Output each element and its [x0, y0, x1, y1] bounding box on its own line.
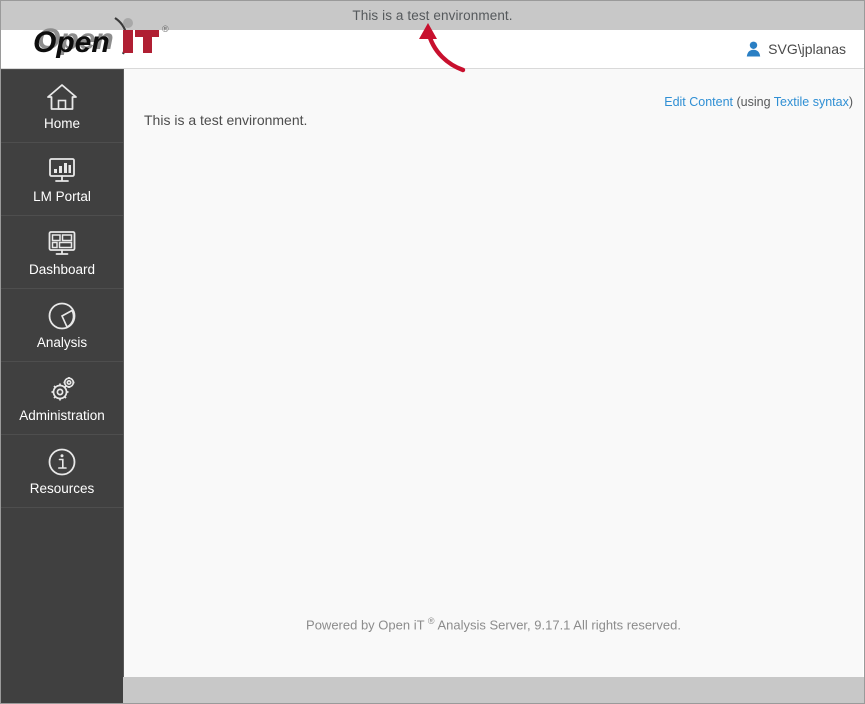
- registered-trademark-icon: ®: [427, 615, 435, 626]
- textile-syntax-link[interactable]: Textile syntax: [774, 95, 849, 109]
- user-name-label: SVG\jplanas: [768, 41, 846, 57]
- footer-copyright: Powered by Open iT ® Analysis Server, 9.…: [124, 616, 863, 632]
- edit-content-row: Edit Content (using Textile syntax): [664, 95, 853, 109]
- bottom-status-bar: [123, 677, 864, 703]
- edit-content-prefix: (using: [733, 95, 774, 109]
- content-body-text: This is a test environment.: [144, 112, 308, 128]
- home-icon: [45, 81, 79, 113]
- sidebar-item-label: Home: [43, 116, 80, 132]
- open-it-logo[interactable]: Open Open ®: [31, 16, 181, 62]
- monitor-chart-icon: [45, 154, 79, 186]
- test-environment-banner-text: This is a test environment.: [352, 8, 513, 23]
- sidebar-item-label: LM Portal: [33, 189, 91, 205]
- sidebar-item-lm-portal[interactable]: LM Portal: [1, 143, 123, 216]
- sidebar-item-home[interactable]: Home: [1, 70, 123, 143]
- pie-chart-icon: [45, 300, 79, 332]
- edit-content-link[interactable]: Edit Content: [664, 95, 733, 109]
- gears-icon: [45, 373, 79, 405]
- edit-content-suffix: ): [848, 95, 853, 109]
- svg-text:®: ®: [162, 24, 169, 34]
- footer-prefix: Powered by Open iT: [306, 617, 428, 632]
- footer-suffix: Analysis Server, 9.17.1 All rights reser…: [434, 617, 681, 632]
- sidebar-item-dashboard[interactable]: Dashboard: [1, 216, 123, 289]
- user-icon: [746, 41, 761, 57]
- main-content: Edit Content (using Textile syntax) This…: [123, 69, 863, 677]
- application-window: This is a test environment. Open Open ®: [0, 0, 865, 704]
- sidebar-item-label: Analysis: [36, 335, 88, 351]
- sidebar-item-label: Dashboard: [28, 262, 96, 278]
- info-circle-icon: [45, 446, 79, 478]
- dashboard-grid-icon: [45, 227, 79, 259]
- sidebar-item-administration[interactable]: Administration: [1, 362, 123, 435]
- page-header: Open Open ® SVG\jplanas: [1, 17, 864, 69]
- sidebar-item-label: Administration: [19, 408, 105, 424]
- user-account[interactable]: SVG\jplanas: [746, 30, 846, 68]
- sidebar-navigation: Home LM Portal Dashboard Analysis Admini…: [1, 69, 123, 703]
- svg-text:Open: Open: [33, 26, 110, 59]
- sidebar-item-label: Resources: [29, 481, 95, 497]
- sidebar-item-analysis[interactable]: Analysis: [1, 289, 123, 362]
- sidebar-item-resources[interactable]: Resources: [1, 435, 123, 508]
